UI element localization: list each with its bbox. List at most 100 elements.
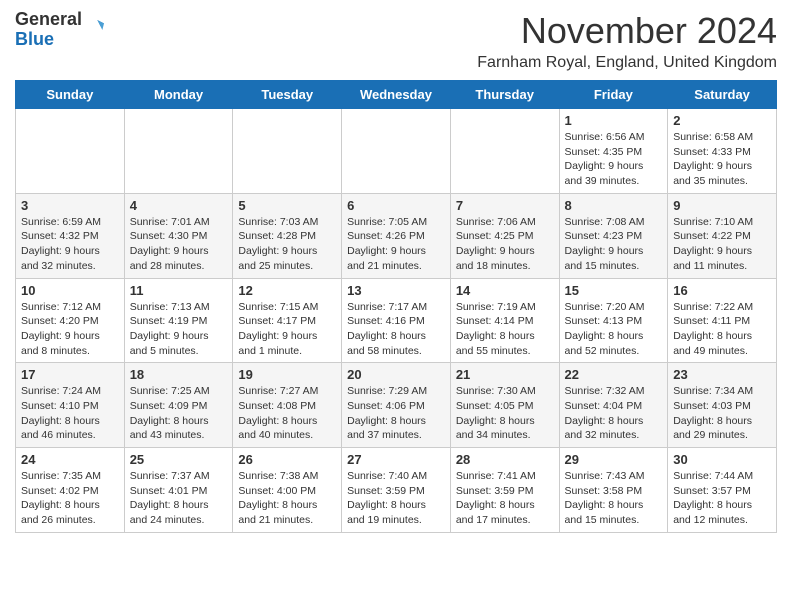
calendar-cell	[450, 109, 559, 194]
logo-text: General Blue	[15, 10, 82, 50]
calendar-cell: 9Sunrise: 7:10 AMSunset: 4:22 PMDaylight…	[668, 193, 777, 278]
calendar: SundayMondayTuesdayWednesdayThursdayFrid…	[15, 80, 777, 533]
day-number: 8	[565, 198, 663, 213]
day-header-wednesday: Wednesday	[342, 81, 451, 109]
day-number: 3	[21, 198, 119, 213]
day-number: 2	[673, 113, 771, 128]
header: General Blue November 2024 Farnham Royal…	[15, 10, 777, 72]
calendar-cell: 23Sunrise: 7:34 AMSunset: 4:03 PMDayligh…	[668, 363, 777, 448]
day-number: 4	[130, 198, 228, 213]
day-info: Sunrise: 7:17 AMSunset: 4:16 PMDaylight:…	[347, 300, 445, 359]
calendar-week-4: 24 Sunrise: 7:35 AMSunset: 4:02 PMDayligh…	[16, 448, 777, 533]
logo: General Blue	[15, 10, 104, 50]
calendar-cell: 24 Sunrise: 7:35 AMSunset: 4:02 PMDayligh…	[16, 448, 125, 533]
calendar-cell: 8 Sunrise: 7:08 AMSunset: 4:23 PMDaylight…	[559, 193, 668, 278]
day-info: Sunrise: 6:58 AMSunset: 4:33 PMDaylight:…	[673, 130, 771, 189]
day-number: 14	[456, 283, 554, 298]
page: General Blue November 2024 Farnham Royal…	[0, 0, 792, 543]
day-number: 18	[130, 367, 228, 382]
calendar-cell: 10 Sunrise: 7:12 AMSunset: 4:20 PMDayligh…	[16, 278, 125, 363]
day-number: 26	[238, 452, 336, 467]
day-number: 16	[673, 283, 771, 298]
day-header-tuesday: Tuesday	[233, 81, 342, 109]
calendar-cell: 15 Sunrise: 7:20 AMSunset: 4:13 PMDayligh…	[559, 278, 668, 363]
day-info: Sunrise: 7:22 AMSunset: 4:11 PMDaylight:…	[673, 300, 771, 359]
calendar-cell: 2 Sunrise: 6:58 AMSunset: 4:33 PMDaylight…	[668, 109, 777, 194]
calendar-cell: 20Sunrise: 7:29 AMSunset: 4:06 PMDayligh…	[342, 363, 451, 448]
calendar-cell: 26 Sunrise: 7:38 AMSunset: 4:00 PMDayligh…	[233, 448, 342, 533]
day-number: 6	[347, 198, 445, 213]
day-info: Sunrise: 7:03 AMSunset: 4:28 PMDaylight:…	[238, 215, 336, 274]
title-section: November 2024 Farnham Royal, England, Un…	[477, 10, 777, 72]
day-info: Sunrise: 7:19 AMSunset: 4:14 PMDaylight:…	[456, 300, 554, 359]
day-info: Sunrise: 7:12 AMSunset: 4:20 PMDaylight:…	[21, 300, 119, 359]
day-info: Sunrise: 7:08 AMSunset: 4:23 PMDaylight:…	[565, 215, 663, 274]
calendar-cell: 6Sunrise: 7:05 AMSunset: 4:26 PMDaylight…	[342, 193, 451, 278]
logo-icon	[84, 20, 104, 40]
calendar-cell: 1Sunrise: 6:56 AMSunset: 4:35 PMDaylight…	[559, 109, 668, 194]
day-number: 5	[238, 198, 336, 213]
day-header-saturday: Saturday	[668, 81, 777, 109]
day-number: 1	[565, 113, 663, 128]
calendar-cell: 17Sunrise: 7:24 AMSunset: 4:10 PMDayligh…	[16, 363, 125, 448]
calendar-cell	[233, 109, 342, 194]
day-info: Sunrise: 7:06 AMSunset: 4:25 PMDaylight:…	[456, 215, 554, 274]
day-number: 12	[238, 283, 336, 298]
day-number: 25	[130, 452, 228, 467]
calendar-week-3: 17Sunrise: 7:24 AMSunset: 4:10 PMDayligh…	[16, 363, 777, 448]
day-header-friday: Friday	[559, 81, 668, 109]
day-number: 30	[673, 452, 771, 467]
calendar-cell: 27Sunrise: 7:40 AMSunset: 3:59 PMDayligh…	[342, 448, 451, 533]
calendar-cell: 30 Sunrise: 7:44 AMSunset: 3:57 PMDayligh…	[668, 448, 777, 533]
calendar-cell: 18 Sunrise: 7:25 AMSunset: 4:09 PMDayligh…	[124, 363, 233, 448]
day-info: Sunrise: 7:44 AMSunset: 3:57 PMDaylight:…	[673, 469, 771, 528]
day-info: Sunrise: 7:32 AMSunset: 4:04 PMDaylight:…	[565, 384, 663, 443]
day-number: 29	[565, 452, 663, 467]
day-number: 15	[565, 283, 663, 298]
day-header-sunday: Sunday	[16, 81, 125, 109]
calendar-cell: 7 Sunrise: 7:06 AMSunset: 4:25 PMDaylight…	[450, 193, 559, 278]
calendar-week-2: 10 Sunrise: 7:12 AMSunset: 4:20 PMDayligh…	[16, 278, 777, 363]
day-info: Sunrise: 7:13 AMSunset: 4:19 PMDaylight:…	[130, 300, 228, 359]
day-info: Sunrise: 7:10 AMSunset: 4:22 PMDaylight:…	[673, 215, 771, 274]
day-info: Sunrise: 7:25 AMSunset: 4:09 PMDaylight:…	[130, 384, 228, 443]
day-info: Sunrise: 7:40 AMSunset: 3:59 PMDaylight:…	[347, 469, 445, 528]
day-number: 28	[456, 452, 554, 467]
day-number: 23	[673, 367, 771, 382]
day-number: 21	[456, 367, 554, 382]
calendar-cell: 22 Sunrise: 7:32 AMSunset: 4:04 PMDayligh…	[559, 363, 668, 448]
day-info: Sunrise: 7:41 AMSunset: 3:59 PMDaylight:…	[456, 469, 554, 528]
day-info: Sunrise: 7:35 AMSunset: 4:02 PMDaylight:…	[21, 469, 119, 528]
day-header-thursday: Thursday	[450, 81, 559, 109]
calendar-cell: 25 Sunrise: 7:37 AMSunset: 4:01 PMDayligh…	[124, 448, 233, 533]
calendar-cell	[124, 109, 233, 194]
day-info: Sunrise: 7:38 AMSunset: 4:00 PMDaylight:…	[238, 469, 336, 528]
day-info: Sunrise: 7:01 AMSunset: 4:30 PMDaylight:…	[130, 215, 228, 274]
calendar-cell: 12Sunrise: 7:15 AMSunset: 4:17 PMDayligh…	[233, 278, 342, 363]
day-info: Sunrise: 7:43 AMSunset: 3:58 PMDaylight:…	[565, 469, 663, 528]
day-number: 7	[456, 198, 554, 213]
day-info: Sunrise: 7:29 AMSunset: 4:06 PMDaylight:…	[347, 384, 445, 443]
day-number: 22	[565, 367, 663, 382]
calendar-cell: 14 Sunrise: 7:19 AMSunset: 4:14 PMDayligh…	[450, 278, 559, 363]
calendar-cell: 5 Sunrise: 7:03 AMSunset: 4:28 PMDaylight…	[233, 193, 342, 278]
calendar-cell: 16 Sunrise: 7:22 AMSunset: 4:11 PMDayligh…	[668, 278, 777, 363]
day-number: 13	[347, 283, 445, 298]
calendar-cell	[342, 109, 451, 194]
calendar-cell: 11Sunrise: 7:13 AMSunset: 4:19 PMDayligh…	[124, 278, 233, 363]
location: Farnham Royal, England, United Kingdom	[477, 54, 777, 72]
calendar-cell: 21 Sunrise: 7:30 AMSunset: 4:05 PMDayligh…	[450, 363, 559, 448]
day-info: Sunrise: 7:24 AMSunset: 4:10 PMDaylight:…	[21, 384, 119, 443]
calendar-cell: 3Sunrise: 6:59 AMSunset: 4:32 PMDaylight…	[16, 193, 125, 278]
day-number: 24	[21, 452, 119, 467]
calendar-header-row: SundayMondayTuesdayWednesdayThursdayFrid…	[16, 81, 777, 109]
day-info: Sunrise: 7:30 AMSunset: 4:05 PMDaylight:…	[456, 384, 554, 443]
calendar-body: 1Sunrise: 6:56 AMSunset: 4:35 PMDaylight…	[16, 109, 777, 533]
day-info: Sunrise: 7:20 AMSunset: 4:13 PMDaylight:…	[565, 300, 663, 359]
calendar-week-1: 3Sunrise: 6:59 AMSunset: 4:32 PMDaylight…	[16, 193, 777, 278]
day-number: 10	[21, 283, 119, 298]
calendar-week-0: 1Sunrise: 6:56 AMSunset: 4:35 PMDaylight…	[16, 109, 777, 194]
day-info: Sunrise: 7:37 AMSunset: 4:01 PMDaylight:…	[130, 469, 228, 528]
day-info: Sunrise: 7:27 AMSunset: 4:08 PMDaylight:…	[238, 384, 336, 443]
day-number: 19	[238, 367, 336, 382]
